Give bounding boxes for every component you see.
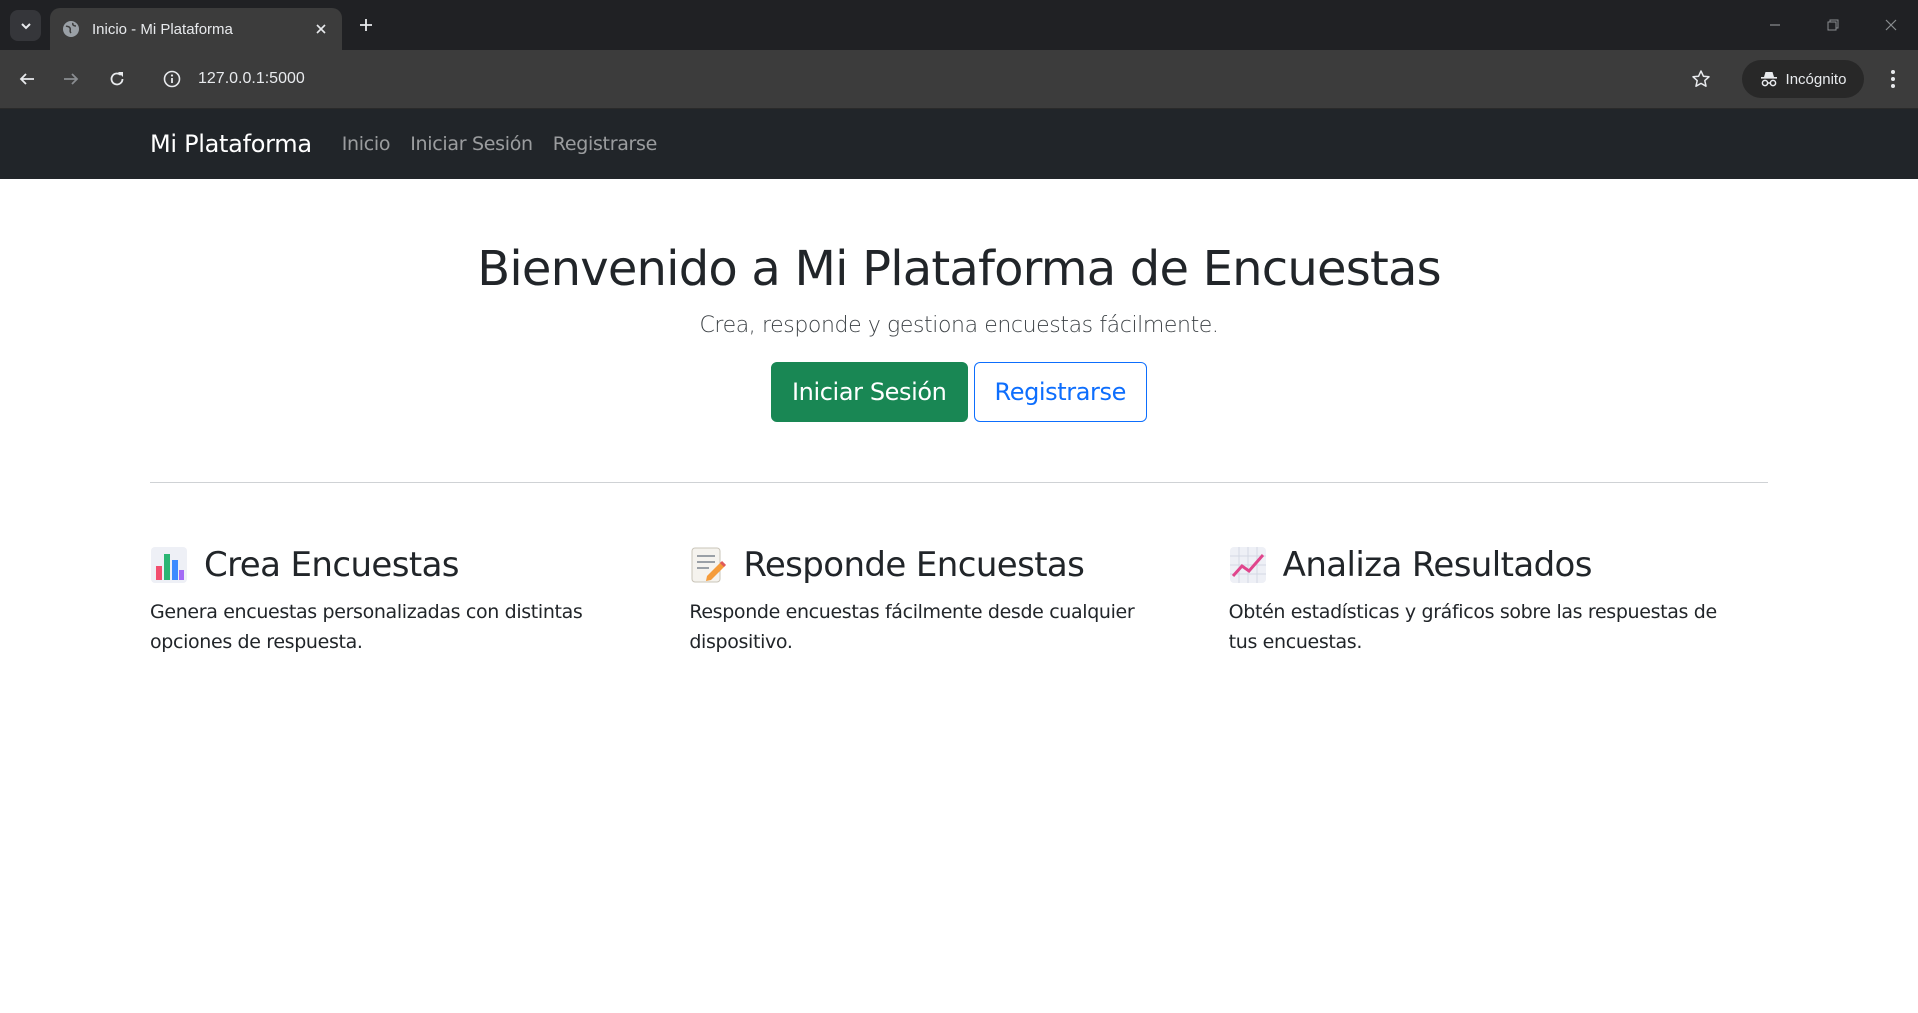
browser-toolbar: 127.0.0.1:5000 Incógnito — [0, 50, 1918, 109]
feature-heading: Crea Encuestas — [150, 545, 689, 585]
minimize-icon — [1770, 24, 1780, 26]
globe-icon — [62, 20, 80, 38]
incognito-icon — [1760, 72, 1777, 87]
register-button[interactable]: Registrarse — [973, 362, 1147, 422]
feature-title: Analiza Resultados — [1282, 545, 1593, 585]
browser-tabstrip: Inicio - Mi Plataforma — [0, 0, 1918, 50]
nav-link-inicio[interactable]: Inicio — [342, 133, 391, 155]
navbar-brand[interactable]: Mi Plataforma — [150, 130, 312, 158]
address-bar[interactable]: 127.0.0.1:5000 — [152, 59, 1498, 99]
forward-button[interactable] — [56, 64, 86, 94]
tab-title: Inicio - Mi Plataforma — [92, 20, 233, 38]
feature-description: Responde encuestas fácilmente desde cual… — [689, 601, 1135, 653]
arrow-left-icon — [19, 73, 34, 85]
close-icon — [1885, 19, 1897, 31]
browser-tab-active[interactable]: Inicio - Mi Plataforma — [50, 8, 342, 50]
star-icon — [1692, 70, 1710, 87]
incognito-indicator[interactable]: Incógnito — [1742, 60, 1864, 98]
minimize-window-button[interactable] — [1760, 11, 1790, 39]
reload-button[interactable] — [102, 64, 132, 94]
page-title: Bienvenido a Mi Plataforma de Encuestas — [477, 241, 1441, 297]
feature-heading: Analiza Resultados — [1229, 545, 1768, 585]
site-navbar: Mi Plataforma Inicio Iniciar Sesión Regi… — [0, 109, 1918, 179]
close-tab-icon[interactable] — [310, 18, 332, 40]
nav-link-registrarse[interactable]: Registrarse — [553, 133, 658, 155]
memo-icon — [689, 546, 727, 584]
login-button[interactable]: Iniciar Sesión — [771, 362, 968, 422]
back-button[interactable] — [12, 64, 42, 94]
reload-icon — [110, 72, 124, 86]
feature-title: Crea Encuestas — [204, 545, 460, 585]
hero-subtitle: Crea, responde y gestiona encuestas fáci… — [699, 313, 1219, 338]
feature-title: Responde Encuestas — [743, 545, 1085, 585]
feature-analiza-resultados: Analiza Resultados Obtén estadísticas y … — [1229, 545, 1768, 657]
restore-icon — [1827, 19, 1839, 31]
trending-up-icon — [1229, 546, 1267, 584]
section-divider — [150, 482, 1768, 483]
feature-heading: Responde Encuestas — [689, 545, 1228, 585]
site-info-icon[interactable] — [160, 67, 184, 91]
restore-window-button[interactable] — [1818, 11, 1848, 39]
arrow-right-icon — [64, 73, 79, 85]
chevron-down-icon — [20, 22, 31, 29]
feature-responde-encuestas: Responde Encuestas Responde encuestas fá… — [689, 545, 1228, 657]
incognito-label: Incógnito — [1785, 70, 1847, 88]
bookmark-button[interactable] — [1686, 64, 1716, 94]
nav-link-iniciar-sesion[interactable]: Iniciar Sesión — [410, 133, 533, 155]
feature-description: Obtén estadísticas y gráficos sobre las … — [1228, 601, 1718, 653]
browser-menu-button[interactable] — [1878, 64, 1908, 94]
tab-search-button[interactable] — [10, 10, 41, 41]
hero-section: Bienvenido a Mi Plataforma de Encuestas … — [0, 179, 1918, 422]
url-text: 127.0.0.1:5000 — [198, 70, 305, 87]
feature-description: Genera encuestas personalizadas con dist… — [150, 601, 583, 653]
hero-buttons: Iniciar Sesión Registrarse — [0, 362, 1918, 422]
feature-crea-encuestas: Crea Encuestas Genera encuestas personal… — [150, 545, 689, 657]
more-vertical-icon — [1891, 70, 1895, 88]
close-window-button[interactable] — [1876, 11, 1906, 39]
features-section: Crea Encuestas Genera encuestas personal… — [150, 545, 1768, 657]
plus-icon — [360, 19, 372, 31]
new-tab-button[interactable] — [352, 11, 380, 39]
bar-chart-icon — [150, 546, 188, 584]
